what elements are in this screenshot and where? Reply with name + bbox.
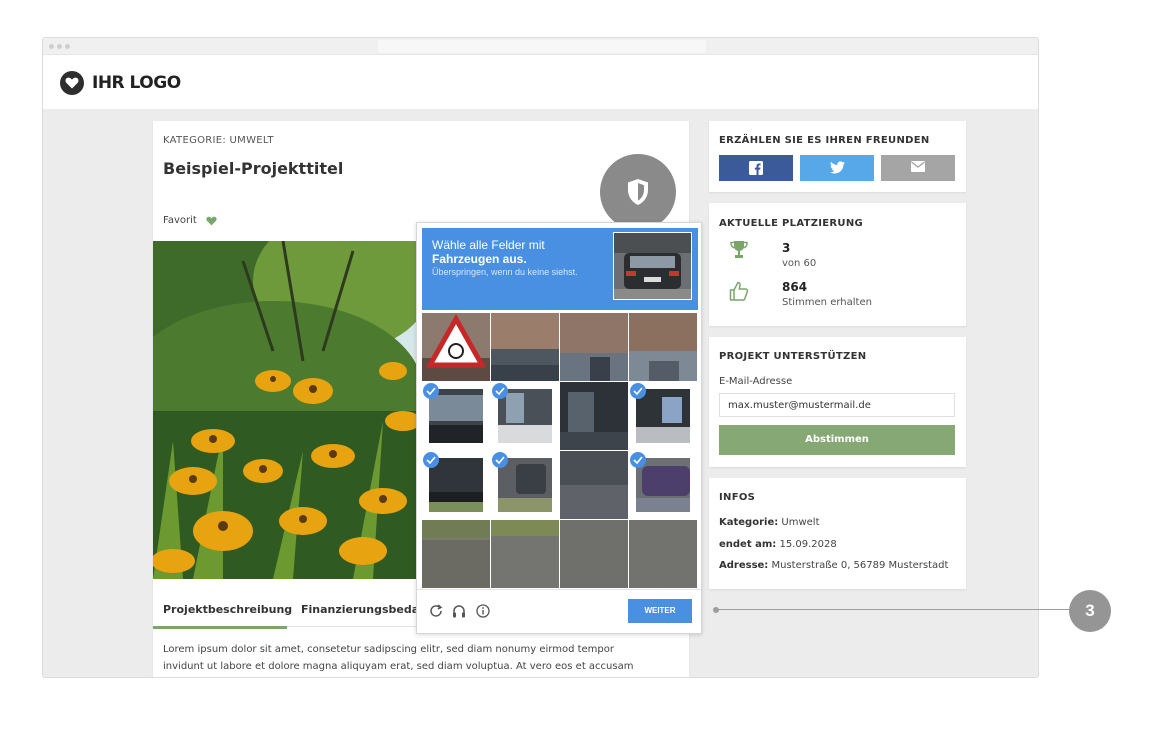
captcha-example-image	[613, 232, 692, 300]
description-line: Lorem ipsum dolor sit amet, consetetur s…	[163, 644, 614, 655]
ranking-card: AKTUELLE PLATZIERUNG 3 von 60 864 Stimme…	[709, 203, 966, 326]
shield-icon	[600, 154, 676, 230]
info-card: INFOS Kategorie: Umwelt endet am: 15.09.…	[709, 478, 966, 589]
favorite-label: Favorit	[163, 215, 197, 226]
info-icon[interactable]	[476, 604, 490, 618]
email-field[interactable]	[719, 393, 955, 417]
captcha-question: Wähle alle Felder mit Fahrzeugen aus.	[432, 238, 612, 266]
share-title: ERZÄHLEN SIE ES IHREN FREUNDEN	[719, 135, 930, 146]
ranking-title: AKTUELLE PLATZIERUNG	[719, 218, 864, 229]
captcha-grid	[422, 313, 698, 589]
favorite-heart-icon[interactable]	[206, 216, 217, 226]
captcha-tile[interactable]	[560, 313, 628, 381]
twitter-icon	[830, 161, 845, 174]
captcha-tile-selected[interactable]	[422, 382, 490, 450]
project-category: KATEGORIE: UMWELT	[163, 135, 274, 146]
checkmark-icon	[423, 452, 439, 468]
support-title: PROJEKT UNTERSTÜTZEN	[719, 351, 867, 362]
email-share-button[interactable]	[881, 155, 955, 181]
captcha-tile[interactable]	[629, 520, 697, 588]
captcha-tile[interactable]	[491, 520, 559, 588]
captcha-submit-button[interactable]: WEITER	[628, 599, 692, 623]
vote-button[interactable]: Abstimmen	[719, 425, 955, 455]
callout-number-badge: 3	[1069, 590, 1111, 632]
captcha-tile-selected[interactable]	[491, 451, 559, 519]
info-address-label: Adresse:	[719, 560, 769, 571]
facebook-share-button[interactable]	[719, 155, 793, 181]
description-line: invidunt ut labore et dolore magna aliqu…	[163, 661, 634, 672]
captcha-tile-selected[interactable]	[491, 382, 559, 450]
trophy-icon	[730, 241, 748, 258]
facebook-icon	[749, 161, 763, 175]
window-dot[interactable]	[49, 44, 54, 49]
window-dot[interactable]	[65, 44, 70, 49]
mail-icon	[911, 161, 925, 172]
captcha-tile[interactable]	[560, 520, 628, 588]
info-title: INFOS	[719, 492, 756, 503]
captcha-skip-hint: Überspringen, wenn du keine siehst.	[432, 267, 578, 277]
captcha-header: Wähle alle Felder mit Fahrzeugen aus. Üb…	[422, 228, 698, 310]
captcha-tile-selected[interactable]	[422, 451, 490, 519]
callout-line	[716, 609, 1070, 610]
info-category-label: Kategorie:	[719, 517, 779, 528]
captcha-tile[interactable]	[560, 451, 628, 519]
project-description: Lorem ipsum dolor sit amet, consetetur s…	[163, 641, 673, 675]
captcha-dialog: Wähle alle Felder mit Fahrzeugen aus. Üb…	[416, 222, 702, 634]
captcha-keyword: Fahrzeugen	[432, 252, 500, 266]
info-address: Adresse: Musterstraße 0, 56789 Mustersta…	[719, 560, 948, 571]
reload-icon[interactable]	[429, 604, 443, 618]
info-address-value: Musterstraße 0, 56789 Musterstadt	[768, 560, 949, 571]
captcha-tile-selected[interactable]	[629, 451, 697, 519]
window-dot[interactable]	[57, 44, 62, 49]
browser-titlebar	[43, 38, 1038, 55]
rank-votes-sub: Stimmen erhalten	[782, 297, 872, 308]
captcha-tile[interactable]	[422, 520, 490, 588]
captcha-tile-selected[interactable]	[629, 382, 697, 450]
checkmark-icon	[492, 383, 508, 399]
thumbs-up-icon	[729, 281, 749, 301]
captcha-tile[interactable]	[422, 313, 490, 381]
info-end-date: endet am: 15.09.2028	[719, 539, 837, 550]
captcha-footer: WEITER	[417, 589, 701, 633]
logo-text[interactable]: IHR LOGO	[92, 73, 181, 93]
address-bar[interactable]	[378, 40, 706, 53]
rank-place-sub: von 60	[782, 258, 817, 269]
checkmark-icon	[423, 383, 439, 399]
checkmark-icon	[492, 452, 508, 468]
info-end-date-value: 15.09.2028	[776, 539, 837, 550]
checkmark-icon	[630, 383, 646, 399]
checkmark-icon	[630, 452, 646, 468]
share-card: ERZÄHLEN SIE ES IHREN FREUNDEN	[709, 121, 966, 192]
email-label: E-Mail-Adresse	[719, 376, 793, 387]
captcha-question-suffix: aus.	[499, 252, 527, 266]
tab-projektbeschreibung[interactable]: Projektbeschreibung	[163, 603, 292, 616]
headphones-icon[interactable]	[452, 604, 466, 618]
support-card: PROJEKT UNTERSTÜTZEN E-Mail-Adresse Abst…	[709, 337, 966, 467]
captcha-question-prefix: Wähle alle Felder mit	[432, 238, 545, 252]
active-tab-indicator	[153, 626, 287, 629]
rank-place: 3	[782, 241, 791, 255]
info-end-date-label: endet am:	[719, 539, 777, 550]
site-header: IHR LOGO	[43, 55, 1038, 109]
captcha-tile[interactable]	[491, 313, 559, 381]
info-category-value: Umwelt	[778, 517, 820, 528]
captcha-tile[interactable]	[629, 313, 697, 381]
captcha-tile[interactable]	[560, 382, 628, 450]
project-title: Beispiel-Projekttitel	[163, 159, 344, 178]
callout-dot	[713, 607, 719, 613]
rank-votes: 864	[782, 280, 808, 294]
logo-heart-icon[interactable]	[60, 71, 84, 95]
info-category: Kategorie: Umwelt	[719, 517, 820, 528]
twitter-share-button[interactable]	[800, 155, 874, 181]
tab-finanzierungsbedarf[interactable]: Finanzierungsbedarf	[301, 603, 429, 616]
